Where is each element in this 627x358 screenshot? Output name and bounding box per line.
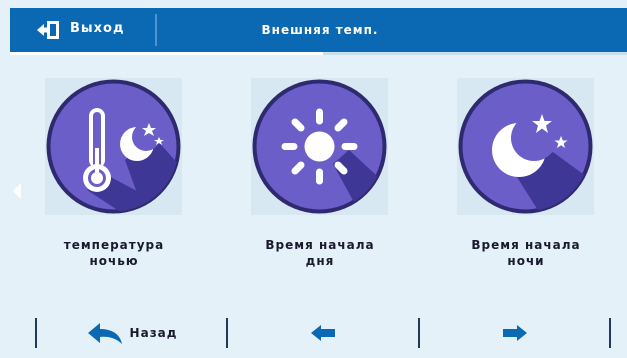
exit-label: Выход xyxy=(70,21,125,36)
exit-icon xyxy=(37,21,59,39)
tile-label-line1: Время начала xyxy=(265,238,375,252)
page-title: Внешняя темп. xyxy=(261,23,379,37)
title-underline xyxy=(10,52,323,55)
sun-icon xyxy=(252,79,387,214)
tile-label-line2: дня xyxy=(305,254,335,268)
header-bar: Выход Внешняя темп. xyxy=(10,8,627,52)
exit-button[interactable]: Выход xyxy=(10,8,155,52)
tile-label-line2: ночью xyxy=(89,254,139,268)
back-label: Назад xyxy=(129,326,178,340)
previous-button[interactable] xyxy=(228,316,418,350)
tile-label-night-start: Время начала ночи xyxy=(441,237,611,269)
title-underline-rest xyxy=(323,52,627,55)
back-arrow-icon xyxy=(87,323,122,344)
arrow-right-icon xyxy=(502,325,527,341)
tile-label-line2: ночи xyxy=(507,254,545,268)
thermometer-moon-icon xyxy=(46,79,181,214)
arrow-left-icon xyxy=(311,325,335,341)
tile-label-night-temperature: температура ночью xyxy=(29,237,199,269)
tile-label-line1: температура xyxy=(63,238,165,252)
scroll-left-arrow-icon[interactable] xyxy=(13,183,21,199)
next-button[interactable] xyxy=(420,316,609,350)
footer-divider xyxy=(609,318,611,348)
back-button[interactable]: Назад xyxy=(37,316,226,350)
tile-label-day-start: Время начала дня xyxy=(235,237,405,269)
header-divider xyxy=(155,14,157,46)
tile-day-start[interactable] xyxy=(251,78,388,215)
tile-night-temperature[interactable] xyxy=(45,78,182,215)
tile-label-line1: Время начала xyxy=(471,238,581,252)
moon-stars-icon xyxy=(458,79,593,214)
tile-night-start[interactable] xyxy=(457,78,594,215)
